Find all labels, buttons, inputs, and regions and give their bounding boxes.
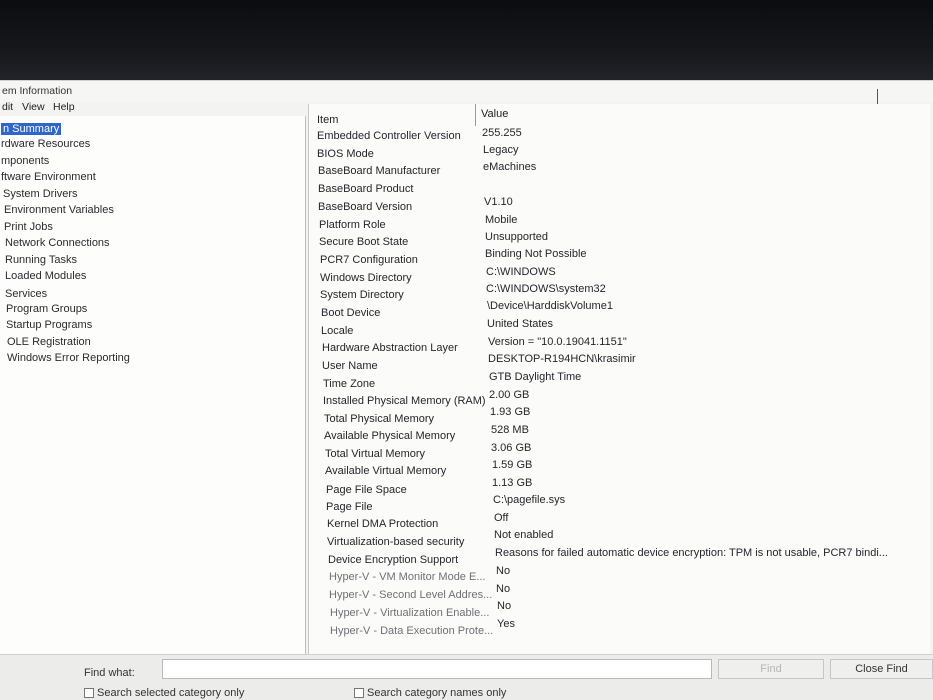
row-value: 2.00 GB (489, 389, 530, 401)
row-item: Hyper-V - Data Execution Prote... (330, 625, 494, 637)
checkbox-label: Search selected category only (97, 687, 245, 699)
category-tree: n Summary rdware Resources mponents ftwa… (0, 116, 306, 656)
details-list: Item Value Embedded Controller Version 2… (308, 104, 930, 654)
row-value: eMachines (483, 161, 537, 173)
row-value: C:\WINDOWS (486, 266, 556, 278)
row-item: BaseBoard Manufacturer (318, 165, 441, 177)
row-value: GTB Daylight Time (489, 371, 582, 383)
row-value: DESKTOP-R194HCN\krasimir (488, 353, 636, 365)
row-value: Unsupported (485, 231, 548, 243)
tree-item-network-connections[interactable]: Network Connections (5, 237, 110, 249)
row-item: Embedded Controller Version (317, 130, 461, 142)
row-item: Kernel DMA Protection (327, 518, 439, 530)
tree-item-windows-error-reporting[interactable]: Windows Error Reporting (7, 352, 130, 364)
row-item: Total Physical Memory (324, 413, 435, 425)
column-separator[interactable] (475, 104, 476, 126)
row-value: Off (494, 512, 509, 524)
column-header-value[interactable]: Value (481, 108, 508, 128)
tree-item-program-groups[interactable]: Program Groups (6, 303, 87, 315)
row-value: United States (487, 318, 554, 330)
row-item: Available Physical Memory (324, 430, 456, 442)
tree-item-ole-registration[interactable]: OLE Registration (7, 336, 91, 348)
row-value: Binding Not Possible (485, 248, 587, 260)
row-item: Hyper-V - VM Monitor Mode E... (329, 571, 486, 583)
row-value: 528 MB (491, 424, 529, 436)
window-title: em Information (2, 85, 73, 97)
row-value: Yes (497, 618, 515, 630)
tree-item-startup-programs[interactable]: Startup Programs (6, 319, 92, 331)
tree-item-components[interactable]: mponents (1, 155, 49, 167)
row-item: Time Zone (323, 378, 376, 390)
row-item: Windows Directory (320, 272, 412, 284)
row-item: Page File (326, 501, 373, 513)
row-value: Not enabled (494, 529, 554, 541)
row-item: User Name (322, 360, 378, 372)
row-item: Available Virtual Memory (325, 465, 447, 477)
row-value: Mobile (485, 214, 518, 226)
row-value: No (496, 583, 511, 595)
tree-item-hardware-resources[interactable]: rdware Resources (1, 138, 90, 150)
row-value: C:\pagefile.sys (493, 494, 566, 506)
tree-item-print-jobs[interactable]: Print Jobs (4, 221, 53, 233)
row-item: Page File Space (326, 484, 407, 496)
tree-item-loaded-modules[interactable]: Loaded Modules (5, 270, 86, 282)
row-item: Hyper-V - Virtualization Enable... (330, 607, 490, 619)
row-value: 1.93 GB (490, 406, 531, 418)
search-selected-category-checkbox[interactable]: Search selected category only (84, 687, 244, 699)
checkbox-box[interactable] (84, 688, 94, 698)
row-item: Device Encryption Support (328, 554, 459, 566)
row-value: 255.255 (482, 127, 522, 139)
row-item: PCR7 Configuration (320, 254, 418, 266)
row-item: Total Virtual Memory (325, 448, 426, 460)
tree-item-software-environment[interactable]: ftware Environment (1, 171, 96, 183)
screen-bezel (0, 0, 933, 82)
row-value: 3.06 GB (491, 442, 532, 454)
row-item: Hyper-V - Second Level Addres... (329, 589, 493, 601)
checkbox-box[interactable] (354, 688, 364, 698)
checkbox-label: Search category names only (367, 687, 507, 699)
tree-item-system-drivers[interactable]: System Drivers (3, 188, 78, 200)
row-value: Reasons for failed automatic device encr… (495, 547, 888, 559)
title-bar: em Information (0, 80, 933, 111)
row-item: Secure Boot State (319, 236, 409, 248)
row-value: V1.10 (484, 196, 513, 208)
row-value: 1.13 GB (492, 477, 533, 489)
row-item: Virtualization-based security (327, 536, 465, 548)
row-item: BaseBoard Version (318, 201, 413, 213)
search-category-names-checkbox[interactable]: Search category names only (354, 687, 506, 699)
tree-item-system-summary[interactable]: n Summary (1, 123, 62, 135)
row-item: Hardware Abstraction Layer (322, 342, 458, 354)
row-item: System Directory (320, 289, 404, 301)
menu-help[interactable]: Help (53, 101, 75, 113)
row-value: C:\WINDOWS\system32 (486, 283, 606, 295)
row-item: Locale (321, 325, 354, 337)
find-button[interactable]: Find (718, 659, 824, 679)
system-information-window: em Information dit View Help n Summary r… (0, 80, 933, 700)
row-item: Platform Role (319, 219, 386, 231)
find-bar: Find what: Find Close Find Search select… (0, 654, 933, 700)
row-value: No (496, 565, 511, 577)
find-what-label: Find what: (84, 667, 135, 679)
menu-edit[interactable]: dit (2, 101, 13, 113)
tree-item-services[interactable]: Services (5, 288, 47, 300)
row-item: Boot Device (321, 307, 381, 319)
tree-item-running-tasks[interactable]: Running Tasks (5, 254, 77, 266)
find-what-input[interactable] (162, 659, 712, 679)
close-find-button[interactable]: Close Find (830, 659, 933, 679)
row-value: 1.59 GB (492, 459, 533, 471)
row-value: No (497, 600, 512, 612)
row-value: Legacy (483, 144, 519, 156)
tree-item-environment-variables[interactable]: Environment Variables (4, 204, 114, 216)
row-value: \Device\HarddiskVolume1 (487, 300, 613, 312)
row-item: BIOS Mode (317, 148, 374, 160)
row-value: Version = "10.0.19041.1151" (488, 336, 627, 348)
row-item: BaseBoard Product (318, 183, 414, 195)
row-item: Installed Physical Memory (RAM) (323, 395, 486, 407)
menu-view[interactable]: View (22, 101, 45, 113)
